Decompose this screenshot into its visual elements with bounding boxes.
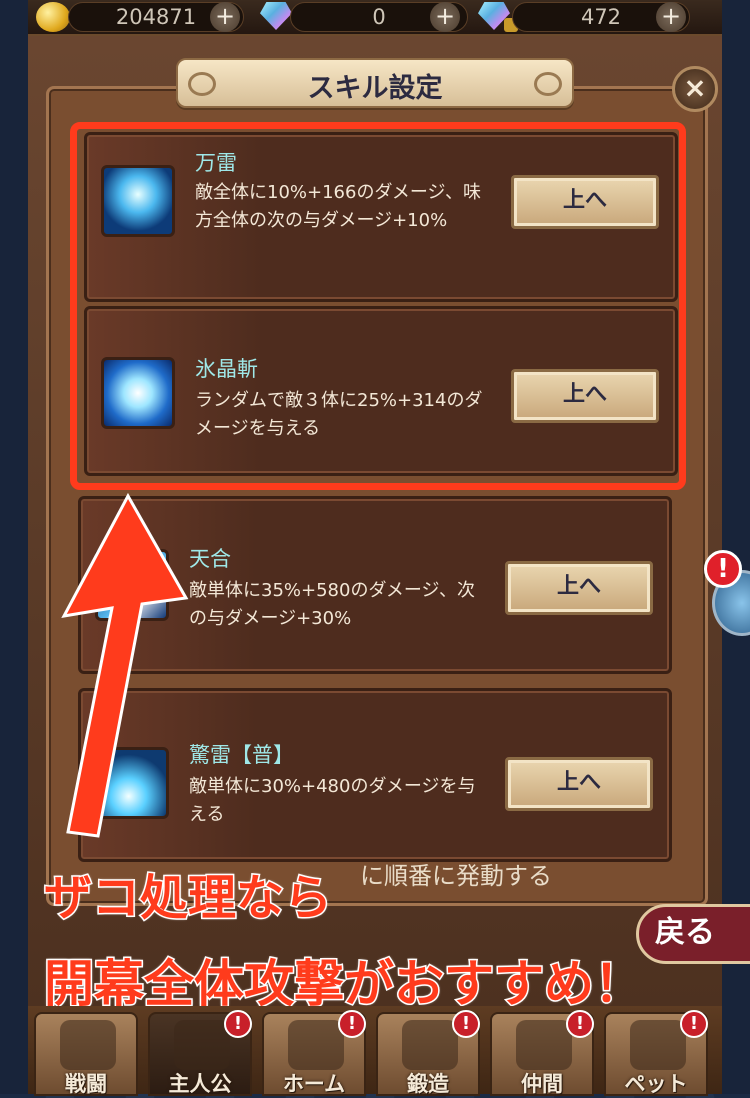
- castle-icon: [288, 1020, 344, 1070]
- nav-alert-icon: !: [566, 1010, 594, 1038]
- nav-alert-icon: !: [452, 1010, 480, 1038]
- annotation-line-1: ザコ処理なら: [42, 869, 333, 928]
- nav-item-home[interactable]: ホーム !: [262, 1010, 366, 1096]
- nav-item-forge[interactable]: 鍛造 !: [376, 1010, 480, 1096]
- cat-face-icon: [630, 1020, 686, 1070]
- nav-item-pet[interactable]: ペット !: [604, 1010, 708, 1096]
- nav-alert-icon: !: [680, 1010, 708, 1038]
- nav-item-companions[interactable]: 仲間 !: [490, 1010, 594, 1096]
- hero-helmet-icon: [174, 1020, 230, 1070]
- bottom-navigation: 戦闘 主人公 ! ホーム ! 鍛造 ! 仲間 ! ペット !: [28, 1006, 722, 1096]
- nav-item-battle[interactable]: 戦闘: [34, 1012, 138, 1096]
- shield-sword-icon: [60, 1020, 116, 1070]
- back-button[interactable]: 戻る: [636, 904, 750, 964]
- handshake-icon: [516, 1020, 572, 1070]
- nav-alert-icon: !: [224, 1010, 252, 1038]
- nav-item-hero[interactable]: 主人公 !: [148, 1010, 252, 1096]
- nav-alert-icon: !: [338, 1010, 366, 1038]
- alert-badge-icon: !: [704, 550, 742, 588]
- hammer-icon: [402, 1020, 458, 1070]
